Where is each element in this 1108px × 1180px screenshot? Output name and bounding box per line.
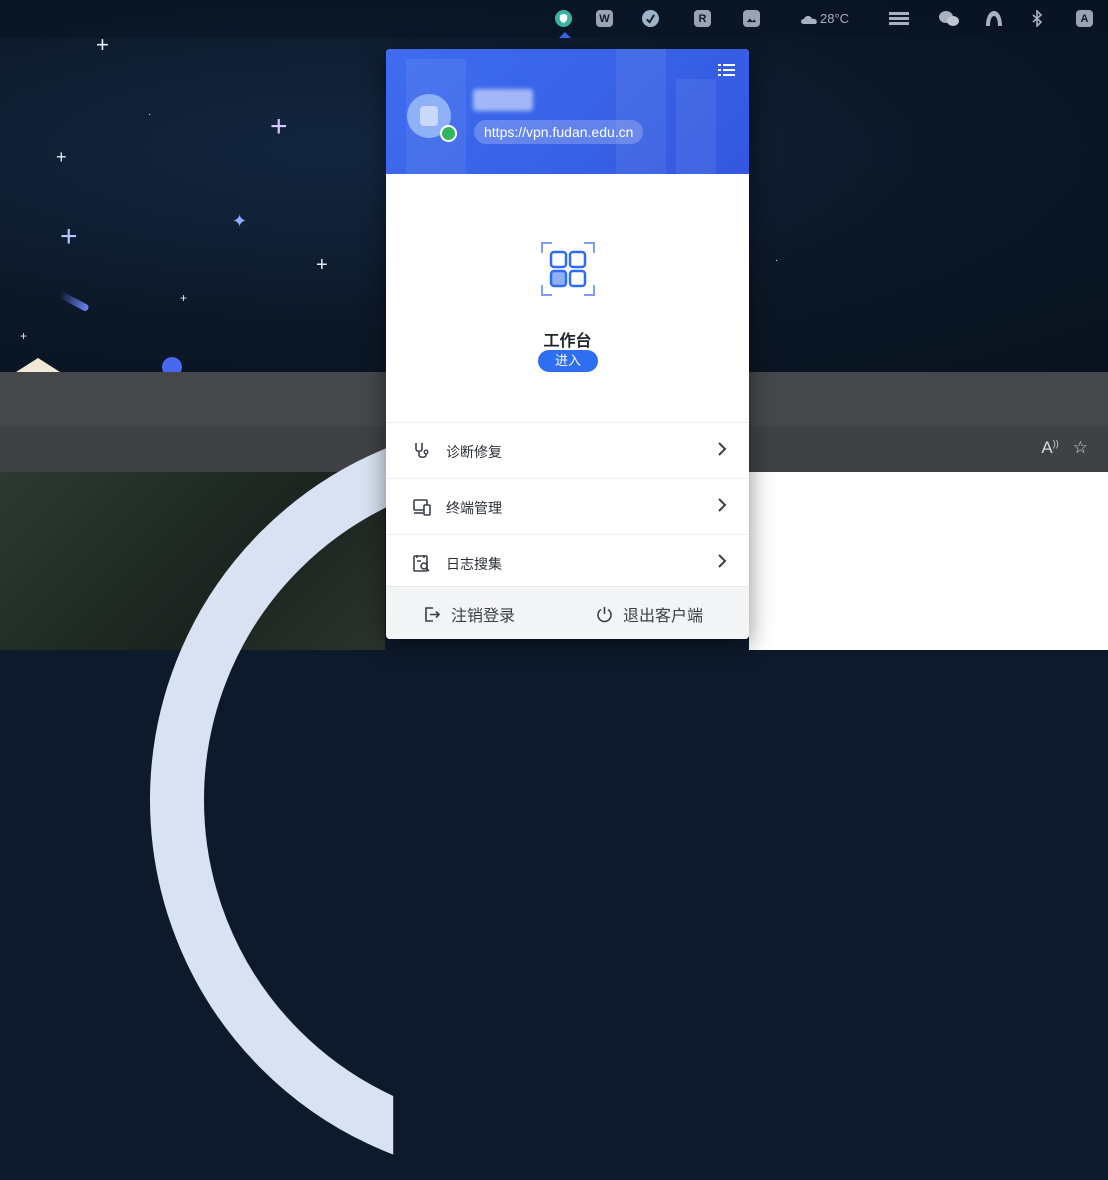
devices-icon xyxy=(413,499,431,516)
username-redacted xyxy=(473,89,533,111)
tent-shape xyxy=(16,358,60,372)
chevron-right-icon xyxy=(718,498,727,512)
w-app-icon[interactable]: W xyxy=(596,10,613,27)
image-app-icon[interactable] xyxy=(743,10,760,27)
menu-item-label: 日志搜集 xyxy=(446,556,502,572)
menu-item-label: 诊断修复 xyxy=(446,444,502,460)
menu-item-label: 终端管理 xyxy=(446,500,502,516)
star-icon: · xyxy=(148,109,152,120)
r-app-icon[interactable]: R xyxy=(694,10,711,27)
vpn-footer: 注销登录 退出客户端 xyxy=(386,586,749,639)
shield-icon xyxy=(559,13,568,24)
input-source-icon[interactable]: A xyxy=(1076,10,1093,27)
workbench-section: 工作台 进入 xyxy=(386,174,749,422)
address-toolbar: A)) ☆ xyxy=(1041,438,1088,458)
star-icon: + xyxy=(180,291,188,305)
vpn-menu-list: 诊断修复 终端管理 日志搜集 xyxy=(386,422,749,590)
header-decoration xyxy=(616,49,666,174)
vpn-popup: https://vpn.fudan.edu.cn 工作台 进入 诊断修复 终端管… xyxy=(386,49,749,639)
quit-client-label: 退出客户端 xyxy=(623,608,704,625)
logout-button[interactable]: 注销登录 xyxy=(424,602,515,626)
header-decoration xyxy=(676,79,716,174)
image-icon xyxy=(746,18,757,23)
star-icon: · xyxy=(775,255,779,266)
avatar-image xyxy=(420,106,438,126)
star-icon: + xyxy=(56,147,67,167)
vpn-shield-icon[interactable] xyxy=(555,10,572,27)
workbench-title: 工作台 xyxy=(543,333,592,350)
vision-app-icon[interactable] xyxy=(642,10,659,27)
planet-shape xyxy=(162,357,182,372)
comet-shape xyxy=(58,290,90,313)
menu-item-device-management[interactable]: 终端管理 xyxy=(386,478,749,534)
star-icon: + xyxy=(60,220,78,253)
read-aloud-icon[interactable]: A)) xyxy=(1041,438,1058,458)
workbench-enter-button[interactable]: 进入 xyxy=(538,350,598,372)
vpn-header: https://vpn.fudan.edu.cn xyxy=(386,49,749,174)
server-url: https://vpn.fudan.edu.cn xyxy=(474,120,644,144)
popup-caret xyxy=(559,32,571,38)
star-icon: ✦ xyxy=(232,211,248,231)
menu-bar: W R 28°C A xyxy=(0,0,1108,38)
quit-client-button[interactable]: 退出客户端 xyxy=(596,602,703,626)
chevron-right-icon xyxy=(718,554,727,568)
star-icon: + xyxy=(316,254,328,276)
star-icon: + xyxy=(20,329,28,343)
arc-app-icon[interactable] xyxy=(985,10,1003,27)
star-icon[interactable]: ☆ xyxy=(1073,438,1088,458)
webpage-content xyxy=(749,472,1108,650)
wechat-icon[interactable] xyxy=(938,10,960,27)
stethoscope-icon xyxy=(415,443,429,459)
chevron-right-icon xyxy=(718,442,727,456)
online-status-dot xyxy=(440,125,457,142)
weather-temperature[interactable]: 28°C xyxy=(820,11,849,26)
workbench-icon xyxy=(541,242,595,296)
list-menu-icon[interactable] xyxy=(718,63,735,77)
menu-item-diagnose[interactable]: 诊断修复 xyxy=(386,422,749,478)
bluetooth-icon[interactable] xyxy=(1032,10,1043,27)
log-search-icon xyxy=(413,555,430,572)
logout-label: 注销登录 xyxy=(451,608,516,625)
read-aloud-label: A xyxy=(1041,438,1053,457)
star-icon: + xyxy=(270,110,288,143)
menu-extra-icon[interactable] xyxy=(888,11,910,26)
check-icon xyxy=(646,14,655,24)
logout-icon xyxy=(425,606,441,622)
menu-item-log-collection[interactable]: 日志搜集 xyxy=(386,534,749,590)
weather-icon xyxy=(801,16,817,24)
power-icon xyxy=(597,606,612,622)
